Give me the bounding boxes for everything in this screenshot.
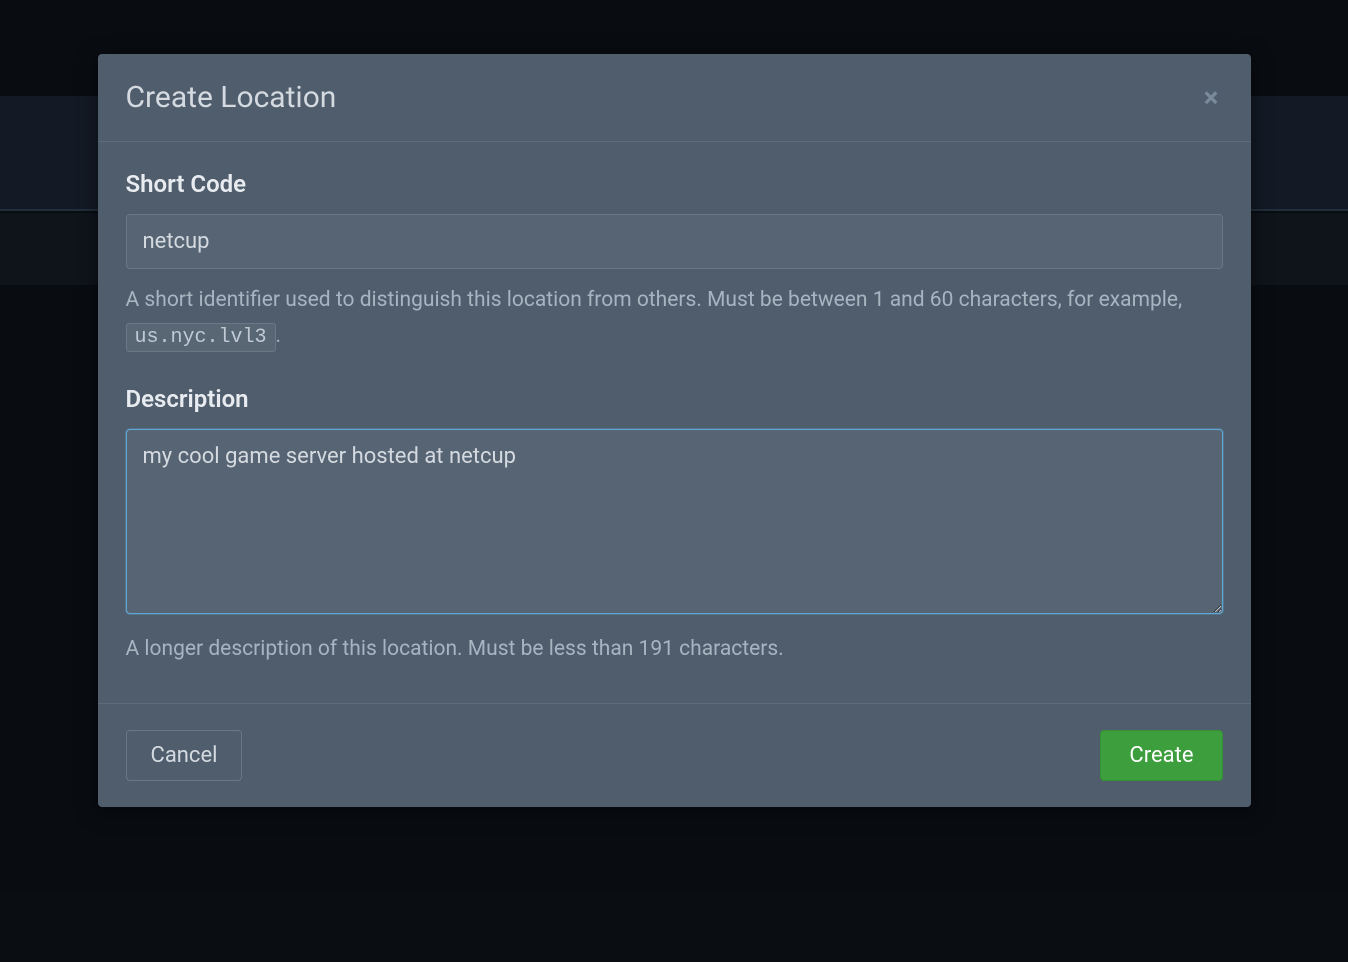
short-code-input[interactable] bbox=[126, 214, 1223, 269]
modal-body: Short Code A short identifier used to di… bbox=[98, 142, 1251, 703]
description-label: Description bbox=[126, 385, 1223, 413]
short-code-group: Short Code A short identifier used to di… bbox=[126, 170, 1223, 355]
short-code-help-suffix: . bbox=[276, 324, 282, 348]
description-group: Description A longer description of this… bbox=[126, 385, 1223, 668]
description-input[interactable] bbox=[126, 429, 1223, 614]
short-code-help-prefix: A short identifier used to distinguish t… bbox=[126, 288, 1183, 312]
short-code-help: A short identifier used to distinguish t… bbox=[126, 283, 1223, 355]
create-button[interactable]: Create bbox=[1100, 730, 1222, 781]
short-code-example: us.nyc.lvl3 bbox=[126, 323, 276, 352]
create-location-modal: Create Location × Short Code A short ide… bbox=[98, 54, 1251, 807]
cancel-button[interactable]: Cancel bbox=[126, 730, 243, 781]
short-code-label: Short Code bbox=[126, 170, 1223, 198]
modal-overlay: Create Location × Short Code A short ide… bbox=[0, 0, 1348, 962]
close-icon[interactable]: × bbox=[1200, 84, 1223, 112]
modal-header: Create Location × bbox=[98, 54, 1251, 142]
modal-footer: Cancel Create bbox=[98, 703, 1251, 807]
modal-title: Create Location bbox=[126, 80, 337, 115]
description-help: A longer description of this location. M… bbox=[126, 632, 1223, 668]
